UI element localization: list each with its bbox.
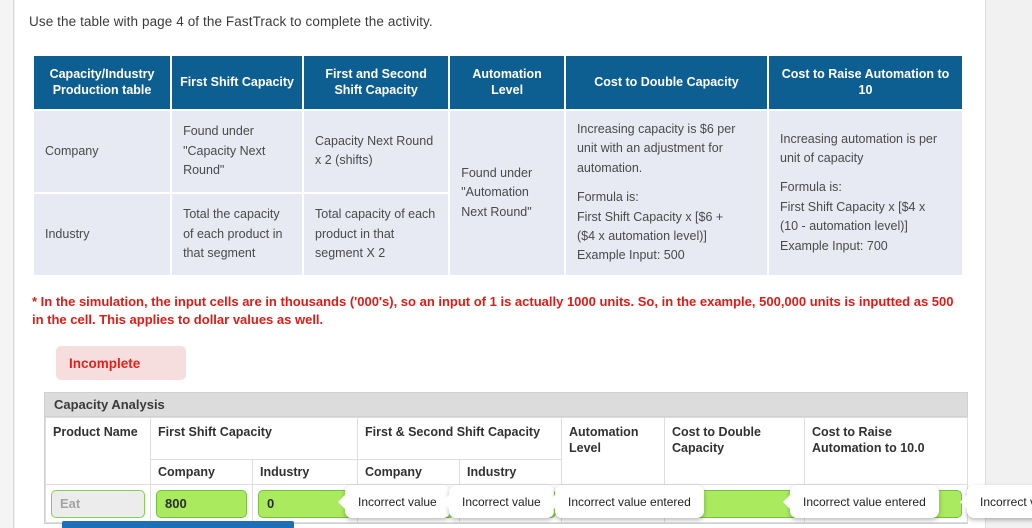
cost-auto-formula-line2: (10 - automation level)] bbox=[780, 219, 908, 234]
reference-table: Capacity/Industry Production table First… bbox=[32, 54, 964, 277]
cell-company-first-shift: Found under "Capacity Next Round" bbox=[172, 111, 303, 192]
cell-cost-to-double-capacity: Increasing capacity is $6 per unit with … bbox=[565, 111, 768, 275]
cost-auto-formula-line1: First Shift Capacity x [$4 x bbox=[780, 199, 926, 214]
th-first-second-company: Company bbox=[357, 459, 461, 485]
tooltip-cost-to-raise: Incorrect value entered bbox=[960, 485, 1032, 518]
status-badge: Incomplete bbox=[56, 346, 186, 380]
th-capacity-industry-production: Capacity/Industry Production table bbox=[34, 56, 171, 109]
cost-auto-formula-label: Formula is: bbox=[780, 180, 842, 195]
tooltip-first-second-company: Incorrect value bbox=[338, 485, 450, 518]
cell-first-shift-company bbox=[150, 484, 253, 523]
progress-accent-bar bbox=[62, 521, 294, 528]
th-automation-level: Automation Level bbox=[450, 56, 564, 109]
th-cost-to-raise-automation: Cost to Raise Automation to 10 bbox=[769, 56, 962, 109]
th-cost-to-raise-automation: Cost to Raise Automation to 10.0 bbox=[804, 417, 969, 485]
cell-industry-label: Industry bbox=[34, 193, 171, 275]
page-root: Use the table with page 4 of the FastTra… bbox=[0, 0, 1032, 528]
content-area: Use the table with page 4 of the FastTra… bbox=[15, 0, 1032, 528]
cell-product-name bbox=[45, 484, 151, 523]
cell-industry-first-second-shift: Total capacity of each product in that s… bbox=[304, 193, 449, 275]
capacity-analysis-title: Capacity Analysis bbox=[45, 393, 967, 417]
cell-industry-first-shift: Total the capacity of each product in th… bbox=[172, 193, 303, 275]
status-badge-label: Incomplete bbox=[69, 355, 141, 371]
right-gutter bbox=[985, 0, 1032, 528]
cost-double-formula-line1: First Shift Capacity x [$6 + bbox=[576, 209, 724, 224]
th-product-name: Product Name bbox=[45, 417, 151, 485]
left-gutter bbox=[0, 0, 14, 528]
th-first-second-industry: Industry bbox=[459, 459, 563, 485]
th-first-shift-capacity: First Shift Capacity bbox=[149, 417, 359, 460]
reference-table-row-company: Company Found under "Capacity Next Round… bbox=[34, 111, 962, 275]
analysis-header-row-1: Product Name First Shift Capacity First … bbox=[45, 417, 969, 485]
cell-company-label: Company bbox=[34, 111, 171, 192]
th-first-second-shift-capacity: First & Second Shift Capacity bbox=[357, 417, 563, 460]
cost-double-intro: Increasing capacity is $6 per unit with … bbox=[576, 122, 736, 175]
cost-auto-example: Example Input: 700 bbox=[780, 238, 888, 253]
tooltip-cost-to-double: Incorrect value entered bbox=[783, 485, 939, 518]
tooltip-first-second-industry: Incorrect value bbox=[442, 485, 554, 518]
first-shift-company-input[interactable] bbox=[156, 489, 247, 518]
tooltip-automation-level: Incorrect value entered bbox=[548, 485, 704, 518]
th-first-shift-industry: Industry bbox=[251, 459, 359, 485]
th-first-shift-capacity: First Shift Capacity bbox=[172, 56, 303, 109]
cell-automation-level: Found under "Automation Next Round" bbox=[450, 111, 564, 275]
th-first-shift-company: Company bbox=[150, 459, 253, 485]
reference-table-header-row: Capacity/Industry Production table First… bbox=[34, 56, 962, 109]
th-first-and-second-shift-capacity: First and Second Shift Capacity bbox=[304, 56, 449, 109]
cost-double-formula-label: Formula is: bbox=[576, 190, 639, 205]
thousands-note: * In the simulation, the input cells are… bbox=[32, 294, 954, 328]
cell-cost-to-raise-automation: Increasing automation is per unit of cap… bbox=[769, 111, 962, 275]
cost-double-example: Example Input: 500 bbox=[576, 248, 685, 263]
intro-text: Use the table with page 4 of the FastTra… bbox=[29, 14, 433, 29]
product-name-input[interactable] bbox=[51, 489, 145, 518]
th-cost-to-double-capacity: Cost to Double Capacity bbox=[565, 56, 768, 109]
th-automation-level: Automation Level bbox=[561, 417, 666, 485]
cost-auto-intro: Increasing automation is per unit of cap… bbox=[780, 131, 938, 166]
cell-company-first-second-shift: Capacity Next Round x 2 (shifts) bbox=[304, 111, 449, 192]
th-cost-to-double-capacity: Cost to Double Capacity bbox=[664, 417, 806, 485]
cost-double-formula-line2: ($4 x automation level)] bbox=[576, 228, 707, 243]
